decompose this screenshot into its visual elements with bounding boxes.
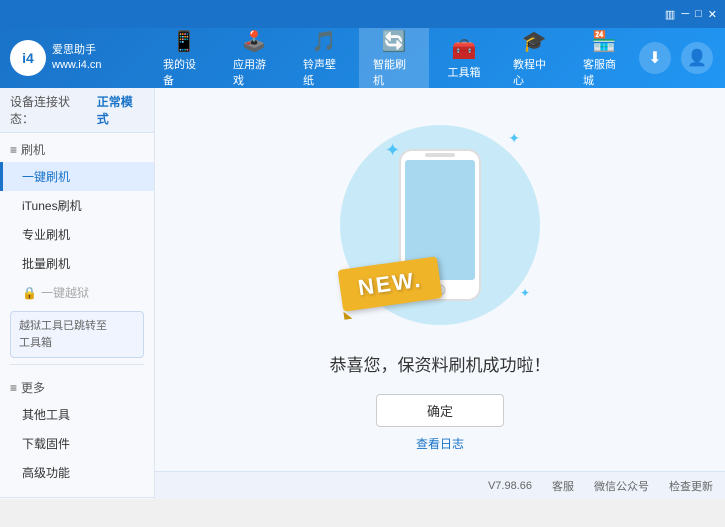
ringtone-icon: 🎵 [312, 29, 337, 54]
section-flash-icon: ≡ [10, 143, 17, 157]
phone-illustration: ✦ ✦ ✦ NEW. 恭喜您，保资料刷机成功啦！ 确定 查看日志 [330, 115, 551, 452]
footer-version: V7.98.66 [488, 480, 532, 492]
section-more-icon: ≡ [10, 381, 17, 395]
footer-check-update[interactable]: 检查更新 [669, 478, 713, 494]
section-more-label: 更多 [21, 379, 45, 396]
main-content: ✦ ✦ ✦ NEW. 恭喜您，保资料刷机成功啦！ 确定 查看日志 V7.98.6… [155, 88, 725, 499]
tab-service[interactable]: 🏪 客服商城 [569, 28, 639, 88]
footer: V7.98.66 客服 微信公众号 检查更新 [155, 471, 725, 499]
tab-ringtone-label: 铃声壁纸 [303, 56, 345, 88]
status-value: 正常模式 [97, 93, 144, 127]
footer-wechat[interactable]: 微信公众号 [594, 478, 649, 494]
jailbreak-redirect-note: 越狱工具已跳转至 工具箱 [10, 311, 144, 358]
nav-tabs: 📱 我的设备 🕹️ 应用游戏 🎵 铃声壁纸 🔄 智能刷机 🧰 工具箱 🎓 教程中… [149, 28, 639, 88]
sidebar: 设备连接状态： 正常模式 ≡ 刷机 一键刷机 iTunes刷机 专业刷机 批量刷… [0, 88, 155, 499]
download-firmware-label: 下载固件 [22, 437, 70, 451]
service-icon: 🏪 [592, 29, 617, 54]
sidebar-section-more: ≡ 更多 [0, 371, 154, 400]
section-flash-label: 刷机 [21, 141, 45, 158]
view-log-link[interactable]: 查看日志 [416, 435, 464, 452]
tab-my-device[interactable]: 📱 我的设备 [149, 28, 219, 88]
window-titlebar: ▥ ─ □ ✕ [0, 0, 725, 28]
wifi-icon: ▥ [665, 8, 675, 21]
sidebar-bottom-section: 自动激活 跳过向导 📱 iPhone 15 Pro Max 512GB iPho… [0, 497, 154, 499]
logo-area: i4 爱思助手 www.i4.cn [0, 40, 149, 76]
logo-icon: i4 [10, 40, 46, 76]
logo-text-initials: i4 [22, 50, 34, 66]
tab-ringtone[interactable]: 🎵 铃声壁纸 [289, 28, 359, 88]
sidebar-section-flash: ≡ 刷机 [0, 133, 154, 162]
app-header: i4 爱思助手 www.i4.cn 📱 我的设备 🕹️ 应用游戏 🎵 铃声壁纸 … [0, 28, 725, 88]
sparkle-left: ✦ [385, 140, 400, 161]
tab-my-device-label: 我的设备 [163, 56, 205, 88]
new-badge-text: NEW. [357, 267, 424, 301]
tab-tutorial[interactable]: 🎓 教程中心 [499, 28, 569, 88]
tab-apps-games[interactable]: 🕹️ 应用游戏 [219, 28, 289, 88]
confirm-button[interactable]: 确定 [376, 394, 504, 427]
sidebar-item-advanced[interactable]: 高级功能 [0, 458, 154, 487]
note-line1: 越狱工具已跳转至 [19, 320, 107, 332]
pro-flash-label: 专业刷机 [22, 228, 70, 242]
maximize-button[interactable]: □ [695, 8, 702, 20]
my-device-icon: 📱 [172, 29, 197, 54]
onekey-flash-label: 一键刷机 [22, 170, 70, 184]
minimize-button[interactable]: ─ [681, 8, 689, 20]
sidebar-item-itunes-flash[interactable]: iTunes刷机 [0, 191, 154, 220]
sidebar-status-bar: 设备连接状态： 正常模式 [0, 88, 154, 133]
logo-app-name: 爱思助手 [52, 43, 102, 58]
status-label: 设备连接状态： [10, 93, 93, 127]
batch-flash-label: 批量刷机 [22, 257, 70, 271]
tab-smart-flash[interactable]: 🔄 智能刷机 [359, 28, 429, 88]
badge-ribbon-tail [343, 311, 352, 320]
apps-games-icon: 🕹️ [242, 29, 267, 54]
sidebar-item-download-firmware[interactable]: 下载固件 [0, 429, 154, 458]
lock-icon: 🔒 [22, 286, 37, 300]
sidebar-item-other-tools[interactable]: 其他工具 [0, 400, 154, 429]
smart-flash-icon: 🔄 [382, 29, 407, 54]
tab-apps-games-label: 应用游戏 [233, 56, 275, 88]
itunes-flash-label: iTunes刷机 [22, 199, 82, 213]
logo-text-block: 爱思助手 www.i4.cn [52, 43, 102, 74]
sidebar-item-batch-flash[interactable]: 批量刷机 [0, 249, 154, 278]
sparkle-bottom: ✦ [520, 286, 530, 300]
sparkle-right: ✦ [508, 130, 520, 147]
tab-service-label: 客服商城 [583, 56, 625, 88]
tutorial-icon: 🎓 [522, 29, 547, 54]
sidebar-item-jailbreak-disabled: 🔒 一键越狱 [0, 278, 154, 307]
tab-toolbox[interactable]: 🧰 工具箱 [429, 28, 499, 88]
other-tools-label: 其他工具 [22, 408, 70, 422]
jailbreak-label: 一键越狱 [41, 284, 89, 301]
success-message: 恭喜您，保资料刷机成功啦！ [330, 351, 551, 376]
logo-website: www.i4.cn [52, 58, 102, 73]
download-button[interactable]: ⬇ [639, 42, 671, 74]
sidebar-divider [10, 364, 144, 365]
note-line2: 工具箱 [19, 337, 52, 349]
phone-graphic-container: ✦ ✦ ✦ NEW. [330, 115, 550, 335]
window-controls[interactable]: ▥ ─ □ ✕ [665, 8, 717, 21]
header-right-actions: ⬇ 👤 [639, 42, 725, 74]
footer-customer-service[interactable]: 客服 [552, 478, 574, 494]
advanced-label: 高级功能 [22, 466, 70, 480]
toolbox-icon: 🧰 [452, 37, 477, 62]
user-account-button[interactable]: 👤 [681, 42, 713, 74]
tab-smart-flash-label: 智能刷机 [373, 56, 415, 88]
close-button[interactable]: ✕ [708, 8, 717, 21]
main-layout: 设备连接状态： 正常模式 ≡ 刷机 一键刷机 iTunes刷机 专业刷机 批量刷… [0, 88, 725, 499]
tab-tutorial-label: 教程中心 [513, 56, 555, 88]
tab-toolbox-label: 工具箱 [448, 64, 481, 80]
sidebar-item-pro-flash[interactable]: 专业刷机 [0, 220, 154, 249]
sidebar-item-onekey-flash[interactable]: 一键刷机 [0, 162, 154, 191]
